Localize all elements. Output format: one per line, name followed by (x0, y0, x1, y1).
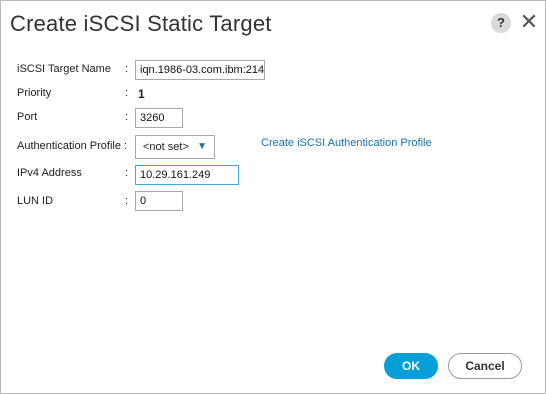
priority-label: Priority (17, 87, 52, 99)
auth-profile-select[interactable]: <not set> ▼ (135, 135, 215, 159)
port-label: Port (17, 111, 38, 123)
lun-id-input[interactable]: 0 (135, 191, 183, 211)
ipv4-label: IPv4 Address (17, 167, 82, 179)
priority-value: 1 (138, 87, 145, 101)
help-icon[interactable]: ? (491, 13, 511, 33)
create-iscsi-static-target-dialog: Create iSCSI Static Target ? ✕ iSCSI Tar… (0, 0, 546, 394)
auth-profile-label: Authentication Profile : (17, 140, 128, 152)
target-name-label: iSCSI Target Name (17, 63, 111, 75)
cancel-button[interactable]: Cancel (448, 353, 522, 379)
dialog-title: Create iSCSI Static Target (10, 11, 272, 36)
auth-profile-selected-value: <not set> (143, 141, 189, 153)
close-icon[interactable]: ✕ (519, 11, 539, 33)
target-name-colon: : (125, 63, 129, 75)
ok-button[interactable]: OK (384, 353, 438, 379)
port-colon: : (125, 111, 129, 123)
ipv4-colon: : (125, 167, 129, 179)
lun-id-label: LUN ID (17, 195, 54, 207)
target-name-input[interactable]: iqn.1986-03.com.ibm:214 (135, 60, 265, 80)
create-auth-profile-link[interactable]: Create iSCSI Authentication Profile (261, 137, 432, 149)
lun-id-colon: : (125, 195, 129, 207)
priority-colon: : (125, 87, 129, 99)
port-input[interactable]: 3260 (135, 108, 183, 128)
chevron-down-icon: ▼ (197, 141, 207, 152)
ipv4-input[interactable]: 10.29.161.249 (135, 165, 239, 185)
